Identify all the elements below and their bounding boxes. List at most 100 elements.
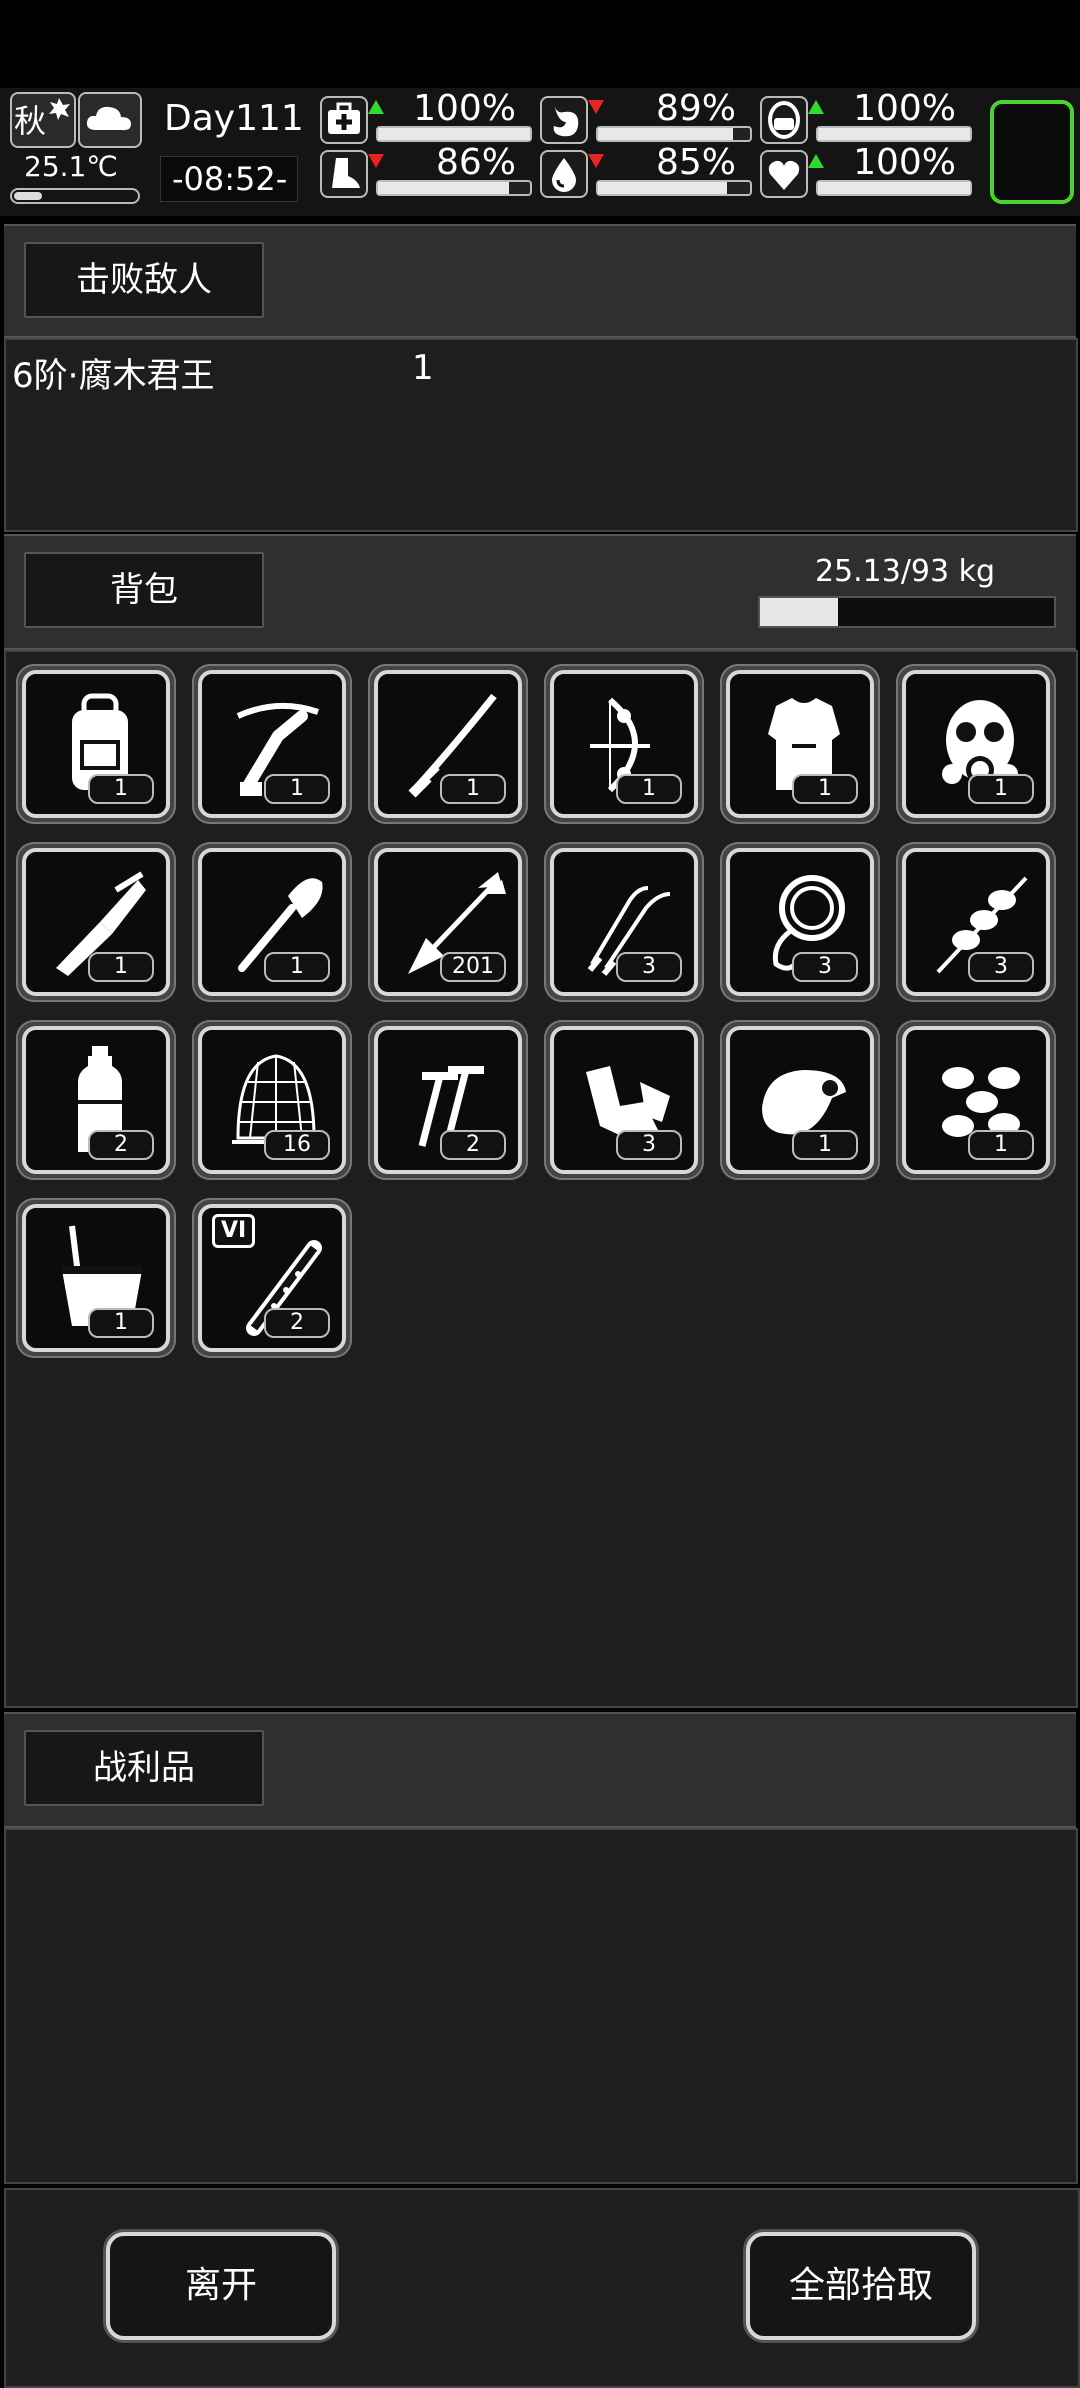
slot-frame: 1 [902, 1026, 1050, 1174]
slot-frame: 1 [198, 848, 346, 996]
tab-backpack[interactable]: 背包 [24, 552, 264, 628]
thirst-bar-fill [598, 182, 728, 194]
inventory-slot[interactable]: 3 [896, 842, 1056, 1002]
inventory-slot[interactable]: 1 [544, 664, 704, 824]
item-count: 1 [968, 774, 1034, 804]
inventory-slot[interactable]: 1 [192, 842, 352, 1002]
inventory-slot[interactable]: 1 [720, 664, 880, 824]
inventory-slot[interactable]: 3 [544, 1020, 704, 1180]
take-all-button[interactable]: 全部拾取 [746, 2232, 976, 2340]
slot-frame: 3 [902, 848, 1050, 996]
item-count: 1 [440, 774, 506, 804]
heart-icon [760, 150, 808, 198]
enemy-count: 1 [412, 348, 434, 388]
cloud-icon [86, 106, 131, 131]
item-count: 1 [88, 1308, 154, 1338]
hunger-percent: 89% [655, 88, 736, 129]
item-count: 16 [264, 1130, 330, 1160]
inventory-slot[interactable]: VI 2 [192, 1198, 352, 1358]
inventory-slot[interactable]: 3 [544, 842, 704, 1002]
tab-loot[interactable]: 战利品 [24, 1730, 264, 1806]
day-counter: Day111 [164, 98, 304, 139]
inventory-slot[interactable]: 16 [192, 1020, 352, 1180]
slot-frame: 1 [22, 1204, 170, 1352]
spirit-bar-fill [818, 182, 970, 194]
mood-bar-fill [818, 128, 970, 140]
slot-frame: 1 [726, 1026, 874, 1174]
item-count: 1 [792, 1130, 858, 1160]
item-count: 3 [968, 952, 1034, 982]
item-count: 3 [616, 952, 682, 982]
item-count: 2 [88, 1130, 154, 1160]
slot-frame: 1 [902, 670, 1050, 818]
item-count: 1 [88, 774, 154, 804]
thirst-bar [596, 180, 752, 196]
water-drop-icon [540, 150, 588, 198]
enemy-name: 6阶·腐木君王 [12, 356, 215, 396]
health-percent: 100% [413, 88, 516, 129]
leaf-icon [49, 98, 70, 120]
hunger-bar-fill [598, 128, 734, 140]
inventory-slot[interactable]: 1 [16, 842, 176, 1002]
inventory-slot[interactable]: 1 [16, 1198, 176, 1358]
stamina-percent: 86% [435, 142, 516, 183]
clock-time: -08:52- [172, 160, 288, 198]
medkit-icon [320, 96, 368, 144]
item-count: 3 [616, 1130, 682, 1160]
mood-percent: 100% [853, 88, 956, 129]
tab-defeated-enemies[interactable]: 击败敌人 [24, 242, 264, 318]
item-count: 2 [264, 1308, 330, 1338]
slot-frame: 2 [374, 1026, 522, 1174]
inventory-slot[interactable]: 1 [16, 664, 176, 824]
slot-frame: 3 [550, 848, 698, 996]
health-bar [376, 126, 532, 142]
item-count: 1 [264, 952, 330, 982]
inventory-slot[interactable]: 1 [192, 664, 352, 824]
inventory-slot[interactable]: 1 [896, 1020, 1056, 1180]
slot-frame: 1 [374, 670, 522, 818]
item-count: 1 [792, 774, 858, 804]
temperature-readout: 25.1℃ [24, 150, 118, 183]
health-bar-fill [378, 128, 530, 140]
slot-frame: 3 [726, 848, 874, 996]
inventory-slot[interactable]: 1 [368, 664, 528, 824]
quick-slot[interactable] [990, 100, 1074, 204]
item-count: 201 [440, 952, 506, 982]
inventory-slot[interactable]: 1 [896, 664, 1056, 824]
mood-bar [816, 126, 972, 142]
slot-frame: 1 [550, 670, 698, 818]
pill-icon [760, 96, 808, 144]
season-label: 秋 [14, 102, 47, 140]
slot-frame: 16 [198, 1026, 346, 1174]
weight-bar-fill [760, 598, 838, 626]
stomach-icon [540, 96, 588, 144]
spirit-percent: 100% [853, 142, 956, 183]
item-count: 1 [264, 774, 330, 804]
thermometer-fill [14, 192, 42, 200]
foot-icon [320, 150, 368, 198]
slot-frame: 3 [550, 1026, 698, 1174]
slot-frame: 1 [198, 670, 346, 818]
inventory-slot[interactable]: 2 [16, 1020, 176, 1180]
item-count: 2 [440, 1130, 506, 1160]
spirit-bar [816, 180, 972, 196]
inventory-slot[interactable]: 1 [720, 1020, 880, 1180]
inventory-slot[interactable]: 2 [368, 1020, 528, 1180]
leave-button[interactable]: 离开 [106, 2232, 336, 2340]
inventory-slot[interactable]: 3 [720, 842, 880, 1002]
stamina-bar-fill [378, 182, 509, 194]
slot-frame: VI 2 [198, 1204, 346, 1352]
slot-frame: 201 [374, 848, 522, 996]
tier-badge: VI [212, 1214, 256, 1248]
thirst-percent: 85% [655, 142, 736, 183]
inventory-slot[interactable]: 201 [368, 842, 528, 1002]
loot-area [4, 1828, 1078, 2184]
stamina-bar [376, 180, 532, 196]
slot-frame: 2 [22, 1026, 170, 1174]
slot-frame: 1 [22, 670, 170, 818]
slot-frame: 1 [22, 848, 170, 996]
hunger-bar [596, 126, 752, 142]
item-count: 1 [616, 774, 682, 804]
item-count: 1 [88, 952, 154, 982]
item-count: 1 [968, 1130, 1034, 1160]
